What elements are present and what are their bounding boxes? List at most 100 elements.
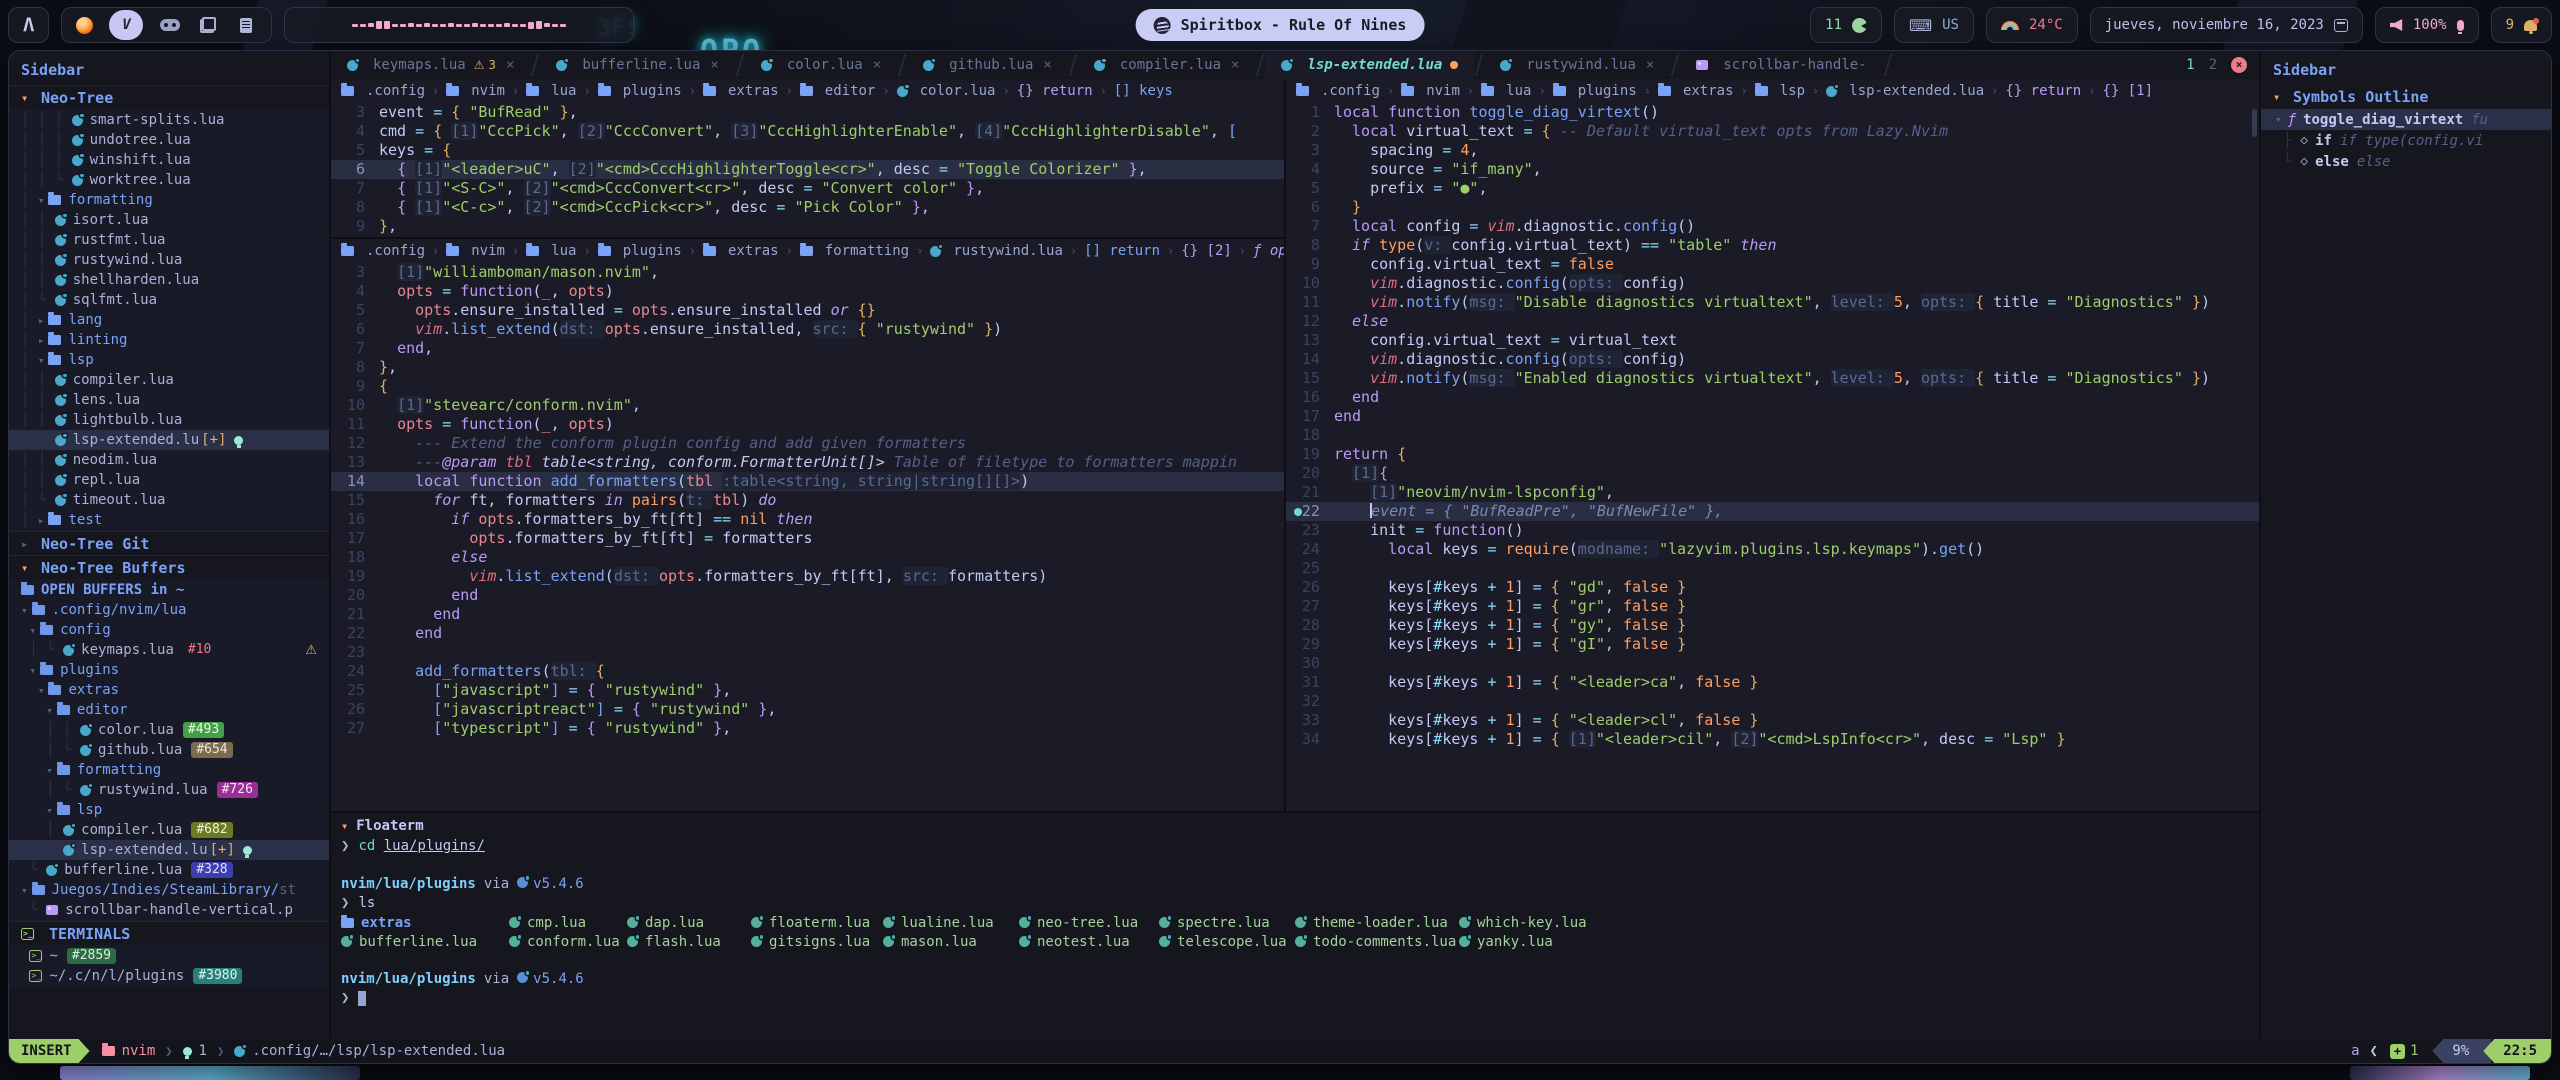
- tab-scrollbar-handle-[interactable]: scrollbar-handle-: [1680, 51, 1882, 79]
- tree-item-repl-lua[interactable]: │ │ repl.lua: [9, 470, 329, 490]
- tabpage-1[interactable]: 1: [2186, 57, 2194, 73]
- tree-item-timeout-lua[interactable]: │ └ timeout.lua: [9, 490, 329, 510]
- code-line-6[interactable]: 6 vim.list_extend(dst: opts.ensure_insta…: [331, 320, 1284, 339]
- code-line-32[interactable]: 32: [1286, 692, 2259, 711]
- breadcrumb-segment[interactable]: nvim: [446, 243, 505, 259]
- symbols-outline-header[interactable]: ▾ Symbols Outline: [2261, 85, 2551, 109]
- breadcrumb-segment[interactable]: plugins: [598, 83, 682, 99]
- tab-color-lua[interactable]: color.lua×: [745, 51, 897, 79]
- code-line-24[interactable]: 24 local keys = require(modname: "lazyvi…: [1286, 540, 2259, 559]
- code-line-15[interactable]: 15 vim.notify(msg: "Enabled diagnostics …: [1286, 369, 2259, 388]
- tree-item-lsp-extended-lu[interactable]: │ │ lsp-extended.lu[+]: [9, 430, 329, 450]
- keyboard-layout-widget[interactable]: ⌨US: [1894, 7, 1974, 43]
- tab-keymaps-lua[interactable]: keymaps.lua⚠ 3×: [331, 51, 530, 79]
- date-widget[interactable]: jueves, noviembre 16, 2023: [2090, 7, 2363, 43]
- tab-lsp-extended-lua[interactable]: lsp-extended.lua: [1265, 51, 1474, 79]
- sidebar-section-terminals[interactable]: >_TERMINALS: [9, 921, 329, 945]
- breadcrumb-segment[interactable]: nvim: [446, 83, 505, 99]
- sidebar-section-neo-tree-buffers[interactable]: ▾Neo-Tree Buffers: [9, 555, 329, 579]
- close-tab-icon[interactable]: ×: [1043, 57, 1051, 73]
- floaterm-header[interactable]: ▾Floaterm: [331, 815, 2259, 837]
- breadcrumb-segment[interactable]: extras: [703, 243, 779, 259]
- tree-item-color-lua[interactable]: │ │ color.lua#493: [9, 720, 329, 740]
- neovim-icon[interactable]: V: [109, 10, 143, 40]
- code-line-3[interactable]: 3event = { "BufRead" },: [331, 103, 1284, 122]
- code-line-14[interactable]: 14 vim.diagnostic.config(opts: config): [1286, 350, 2259, 369]
- tree-item-editor[interactable]: ▾editor: [9, 700, 329, 720]
- code-line-5[interactable]: 5keys = {: [331, 141, 1284, 160]
- code-line-5[interactable]: 5 opts.ensure_installed = opts.ensure_in…: [331, 301, 1284, 320]
- tree-item-lsp-extended-lu[interactable]: └ lsp-extended.lu[+]: [9, 840, 329, 860]
- tree-item-worktree-lua[interactable]: │ │ └ worktree.lua: [9, 170, 329, 190]
- code-line-22[interactable]: 22 end: [331, 624, 1284, 643]
- tree-item-linting[interactable]: │ ▸linting: [9, 330, 329, 350]
- tree-item-lightbulb-lua[interactable]: │ │ lightbulb.lua: [9, 410, 329, 430]
- volume-widget[interactable]: 100%: [2375, 7, 2479, 43]
- tree-item-undotree-lua[interactable]: │ │ │ undotree.lua: [9, 130, 329, 150]
- code-line-7[interactable]: 7 end,: [331, 339, 1284, 358]
- tree-item-scrollbar-handle-vertical-p[interactable]: └ scrollbar-handle-vertical.p: [9, 900, 329, 920]
- close-tab-icon[interactable]: ×: [873, 57, 881, 73]
- tree-item-rustfmt-lua[interactable]: │ │ rustfmt.lua: [9, 230, 329, 250]
- editor-pane-color[interactable]: .config›nvim›lua›plugins›extras›editor›c…: [331, 79, 1284, 239]
- code-line-16[interactable]: 16 end: [1286, 388, 2259, 407]
- code-line-6[interactable]: 6 { [1]"<leader>uC", [2]"<cmd>CccHighlig…: [331, 160, 1284, 179]
- code-line-4[interactable]: 4 opts = function(_, opts): [331, 282, 1284, 301]
- code-line-13[interactable]: 13 config.virtual_text = virtual_text: [1286, 331, 2259, 350]
- tree-item-sqlfmt-lua[interactable]: │ └ sqlfmt.lua: [9, 290, 329, 310]
- tree-item-isort-lua[interactable]: │ │ isort.lua: [9, 210, 329, 230]
- tab-compiler-lua[interactable]: compiler.lua×: [1078, 51, 1256, 79]
- code-line-27[interactable]: 27 ["typescript"] = { "rustywind" },: [331, 719, 1284, 738]
- scrollbar-handle[interactable]: [2252, 109, 2257, 137]
- breadcrumb-segment[interactable]: extras: [1658, 83, 1734, 99]
- code-line-10[interactable]: 10 [1]"stevearc/conform.nvim",: [331, 396, 1284, 415]
- tree-item-rustywind-lua[interactable]: │ │ rustywind.lua: [9, 250, 329, 270]
- code-line-10[interactable]: 10 vim.diagnostic.config(opts: config): [1286, 274, 2259, 293]
- floaterm-terminal[interactable]: ▾Floaterm❯cd lua/plugins/nvim/lua/plugin…: [331, 811, 2259, 1039]
- code-line-27[interactable]: 27 keys[#keys + 1] = { "gr", false }: [1286, 597, 2259, 616]
- gamepad-icon[interactable]: [160, 19, 180, 31]
- breadcrumb-segment[interactable]: plugins: [598, 243, 682, 259]
- tree-item-neodim-lua[interactable]: │ │ neodim.lua: [9, 450, 329, 470]
- editor-pane-lsp-extended[interactable]: .config›nvim›lua›plugins›extras›lsp›lsp-…: [1286, 79, 2259, 811]
- breadcrumb-segment[interactable]: {} return: [2005, 83, 2081, 99]
- breadcrumb-segment[interactable]: .config: [341, 243, 425, 259]
- tree-item--c-n-l-plugins[interactable]: >_~/.c/n/l/plugins#3980: [9, 966, 329, 986]
- code-line-20[interactable]: 20 end: [331, 586, 1284, 605]
- close-tab-icon[interactable]: ×: [1231, 57, 1239, 73]
- code-line-12[interactable]: 12 else: [1286, 312, 2259, 331]
- breadcrumb-segment[interactable]: lua: [526, 83, 576, 99]
- code-line-30[interactable]: 30: [1286, 654, 2259, 673]
- code-line-23[interactable]: 23 init = function(): [1286, 521, 2259, 540]
- tree-item-juegos-indies-steamlibrary-[interactable]: ▾Juegos/Indies/SteamLibrary/st: [9, 880, 329, 900]
- code-line-21[interactable]: 21 [1]"neovim/nvim-lspconfig",: [1286, 483, 2259, 502]
- breadcrumb-segment[interactable]: rustywind.lua: [930, 243, 1063, 259]
- code-line-14[interactable]: 14 local function add_formatters(tbl :ta…: [331, 472, 1284, 491]
- code-line-22[interactable]: 22 event = { "BufReadPre", "BufNewFile" …: [1286, 502, 2259, 521]
- notifications-widget[interactable]: 9: [2491, 7, 2552, 43]
- close-tab-icon[interactable]: ×: [1646, 57, 1654, 73]
- tree-item-extras[interactable]: ▾extras: [9, 680, 329, 700]
- code-line-11[interactable]: 11 opts = function(_, opts): [331, 415, 1284, 434]
- breadcrumb-segment[interactable]: lua: [1481, 83, 1531, 99]
- tabpage-2[interactable]: 2: [2209, 57, 2217, 73]
- breadcrumb-segment[interactable]: extras: [703, 83, 779, 99]
- code-line-12[interactable]: 12 --- Extend the conform plugin config …: [331, 434, 1284, 453]
- code-line-15[interactable]: 15 for ft, formatters in pairs(t: tbl) d…: [331, 491, 1284, 510]
- tree-item-open-buffers-in-[interactable]: OPEN BUFFERS in ~: [9, 580, 329, 600]
- close-tab-icon[interactable]: ×: [710, 57, 718, 73]
- code-line-25[interactable]: 25: [1286, 559, 2259, 578]
- breadcrumb-segment[interactable]: color.lua: [897, 83, 996, 99]
- sidebar-section-neo-tree-git[interactable]: ▸Neo-Tree Git: [9, 531, 329, 555]
- tree-item-lens-lua[interactable]: │ │ lens.lua: [9, 390, 329, 410]
- code-line-9[interactable]: 9},: [331, 217, 1284, 236]
- tree-item-lang[interactable]: │ ▸lang: [9, 310, 329, 330]
- code-line-5[interactable]: 5 prefix = "●",: [1286, 179, 2259, 198]
- close-all-button[interactable]: ×: [2231, 57, 2247, 73]
- tree-item-rustywind-lua[interactable]: │ └ rustywind.lua#726: [9, 780, 329, 800]
- tree-item-compiler-lua[interactable]: │ │ compiler.lua: [9, 370, 329, 390]
- tree-item--[interactable]: >_~#2859: [9, 946, 329, 966]
- code-line-7[interactable]: 7 { [1]"<S-C>", [2]"<cmd>CccConvert<cr>"…: [331, 179, 1284, 198]
- breadcrumb-segment[interactable]: .config: [341, 83, 425, 99]
- breadcrumb-segment[interactable]: {} [1]: [2102, 83, 2153, 99]
